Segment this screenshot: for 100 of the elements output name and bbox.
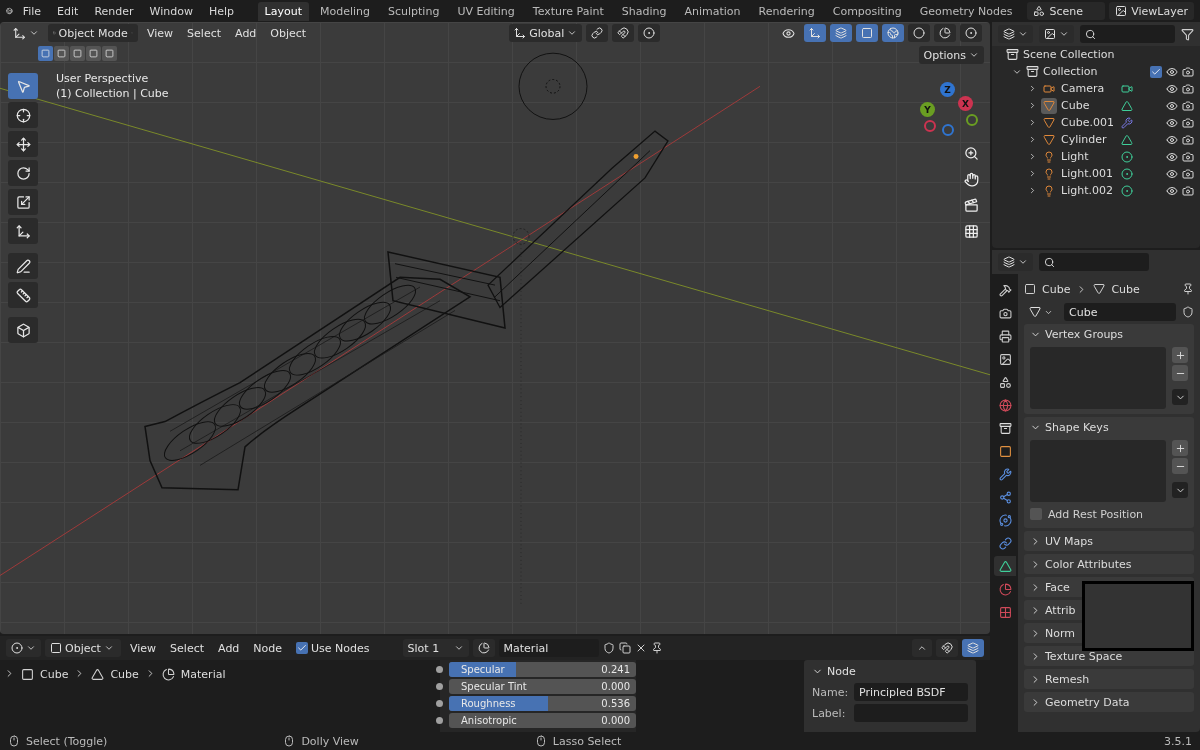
shading-button[interactable] — [934, 24, 956, 42]
mesh-name-field[interactable]: Cube — [1064, 303, 1176, 321]
panel-header[interactable]: Shape Keys — [1030, 417, 1109, 437]
shading-button[interactable] — [908, 24, 930, 42]
panel-header[interactable]: Vertex Groups — [1030, 324, 1124, 344]
axis-handle[interactable] — [966, 114, 978, 126]
menu-button[interactable] — [1172, 389, 1188, 405]
add-button[interactable] — [1172, 440, 1188, 456]
value-slider[interactable]: Roughness 0.536 — [449, 695, 636, 711]
xray-toggle[interactable] — [856, 24, 878, 42]
gizmo-toggle[interactable] — [804, 24, 826, 42]
outliner-row[interactable]: Scene Collection — [992, 46, 1200, 63]
remove-button[interactable] — [1172, 458, 1188, 474]
axis-handle[interactable]: Z — [940, 82, 955, 97]
checkbox[interactable] — [296, 642, 309, 654]
shading-button[interactable] — [882, 24, 904, 42]
scene-field[interactable]: Scene — [1027, 2, 1106, 20]
name-field[interactable]: Principled BSDF — [854, 683, 968, 701]
workspace-tab[interactable]: Compositing — [825, 1, 909, 21]
overlay-toggle[interactable] — [830, 24, 852, 42]
workspace-tab[interactable]: Shading — [614, 1, 674, 21]
editor-type-button[interactable] — [998, 253, 1033, 271]
mode-dropdown[interactable]: Object Mode — [48, 24, 138, 42]
menu-item[interactable]: Select — [182, 24, 227, 42]
panel-header[interactable]: Color Attributes — [1030, 554, 1132, 574]
menu-item[interactable]: File — [16, 4, 48, 18]
display-mode-button[interactable] — [998, 25, 1033, 43]
menu-item[interactable]: Add — [213, 639, 245, 657]
menu-item[interactable]: Add — [230, 24, 262, 42]
tool-button[interactable] — [8, 253, 38, 279]
workspace-tab[interactable]: Modeling — [312, 1, 377, 21]
search-field[interactable] — [1039, 253, 1149, 271]
axis-handle[interactable] — [924, 120, 936, 132]
shading-button[interactable] — [960, 24, 982, 42]
panel-header[interactable]: Remesh — [1030, 669, 1090, 689]
workspace-tab[interactable]: UV Editing — [450, 1, 522, 21]
workspace-tab[interactable]: Animation — [677, 1, 748, 21]
value-slider[interactable]: Specular Tint 0.000 — [449, 678, 636, 694]
tool-button[interactable] — [8, 282, 38, 308]
checkbox[interactable] — [1150, 65, 1162, 78]
panel-header[interactable]: Attrib — [1030, 600, 1076, 620]
panel-header[interactable]: Face — [1030, 577, 1070, 597]
slot-dropdown[interactable]: Slot 1 — [402, 639, 469, 657]
menu-item[interactable]: Object — [265, 24, 312, 42]
value-slider[interactable]: Anisotropic 0.000 — [449, 712, 636, 728]
workspace-tab[interactable]: Texture Paint — [525, 1, 611, 21]
menu-item[interactable]: Select — [165, 639, 210, 657]
outliner-row[interactable]: Light — [992, 148, 1200, 165]
menu-item[interactable]: Edit — [51, 4, 85, 18]
editor-type-button[interactable] — [6, 639, 41, 657]
select-mode-button[interactable] — [86, 46, 101, 61]
search-field[interactable] — [1080, 25, 1175, 43]
tool-button[interactable] — [8, 102, 38, 128]
overlay-toggle[interactable] — [962, 639, 984, 657]
orientation-dropdown[interactable]: Global — [509, 24, 583, 42]
workspace-tab[interactable]: Layout — [257, 1, 309, 21]
menu-item[interactable]: Node — [248, 639, 288, 657]
tool-button[interactable] — [8, 317, 38, 343]
menu-item[interactable]: Render — [88, 4, 140, 18]
snap-button[interactable] — [612, 24, 635, 42]
panel-header[interactable]: Node — [812, 662, 968, 680]
menu-item[interactable]: Window — [143, 4, 199, 18]
menu-item[interactable]: View — [142, 24, 179, 42]
axis-handle[interactable]: X — [958, 96, 973, 111]
add-button[interactable] — [1172, 347, 1188, 363]
panel-header[interactable]: UV Maps — [1030, 531, 1094, 551]
input-socket[interactable] — [436, 665, 443, 673]
outliner-row[interactable]: Cylinder — [992, 131, 1200, 148]
proportional-button[interactable] — [638, 24, 661, 42]
snap-button[interactable] — [936, 639, 958, 657]
input-socket[interactable] — [436, 699, 443, 707]
outliner-row[interactable]: Camera — [992, 80, 1200, 97]
tool-button[interactable] — [8, 189, 38, 215]
select-mode-button[interactable] — [70, 46, 85, 61]
outliner-row[interactable]: Collection — [992, 63, 1200, 80]
workspace-tab[interactable]: Rendering — [751, 1, 822, 21]
tool-button[interactable] — [8, 160, 38, 186]
workspace-tab[interactable]: Sculpting — [381, 1, 447, 21]
material-browse-button[interactable] — [472, 639, 495, 657]
panel-header[interactable]: Texture Space — [1030, 646, 1123, 666]
select-mode-button[interactable] — [54, 46, 69, 61]
remove-button[interactable] — [1172, 365, 1188, 381]
menu-item[interactable]: View — [125, 639, 162, 657]
outliner-row[interactable]: Light.002 — [992, 182, 1200, 199]
axis-handle[interactable]: Y — [920, 102, 935, 117]
axis-handle[interactable] — [942, 124, 954, 136]
panel-header[interactable]: Norm — [1030, 623, 1075, 643]
tool-button[interactable] — [8, 131, 38, 157]
input-socket[interactable] — [436, 716, 443, 724]
outliner-row[interactable]: Cube — [992, 97, 1200, 114]
tool-button[interactable] — [8, 218, 38, 244]
properties-tab[interactable] — [994, 556, 1016, 576]
filter-mode-button[interactable] — [1039, 25, 1074, 43]
value-slider[interactable]: Specular 0.241 — [449, 661, 636, 677]
menu-item[interactable]: Help — [202, 4, 241, 18]
options-dropdown[interactable]: Options — [918, 46, 984, 64]
menu-button[interactable] — [1172, 482, 1188, 498]
panel-header[interactable]: Geometry Data — [1030, 692, 1130, 712]
shader-type-dropdown[interactable]: Object — [45, 639, 121, 657]
select-mode-button[interactable] — [102, 46, 117, 61]
